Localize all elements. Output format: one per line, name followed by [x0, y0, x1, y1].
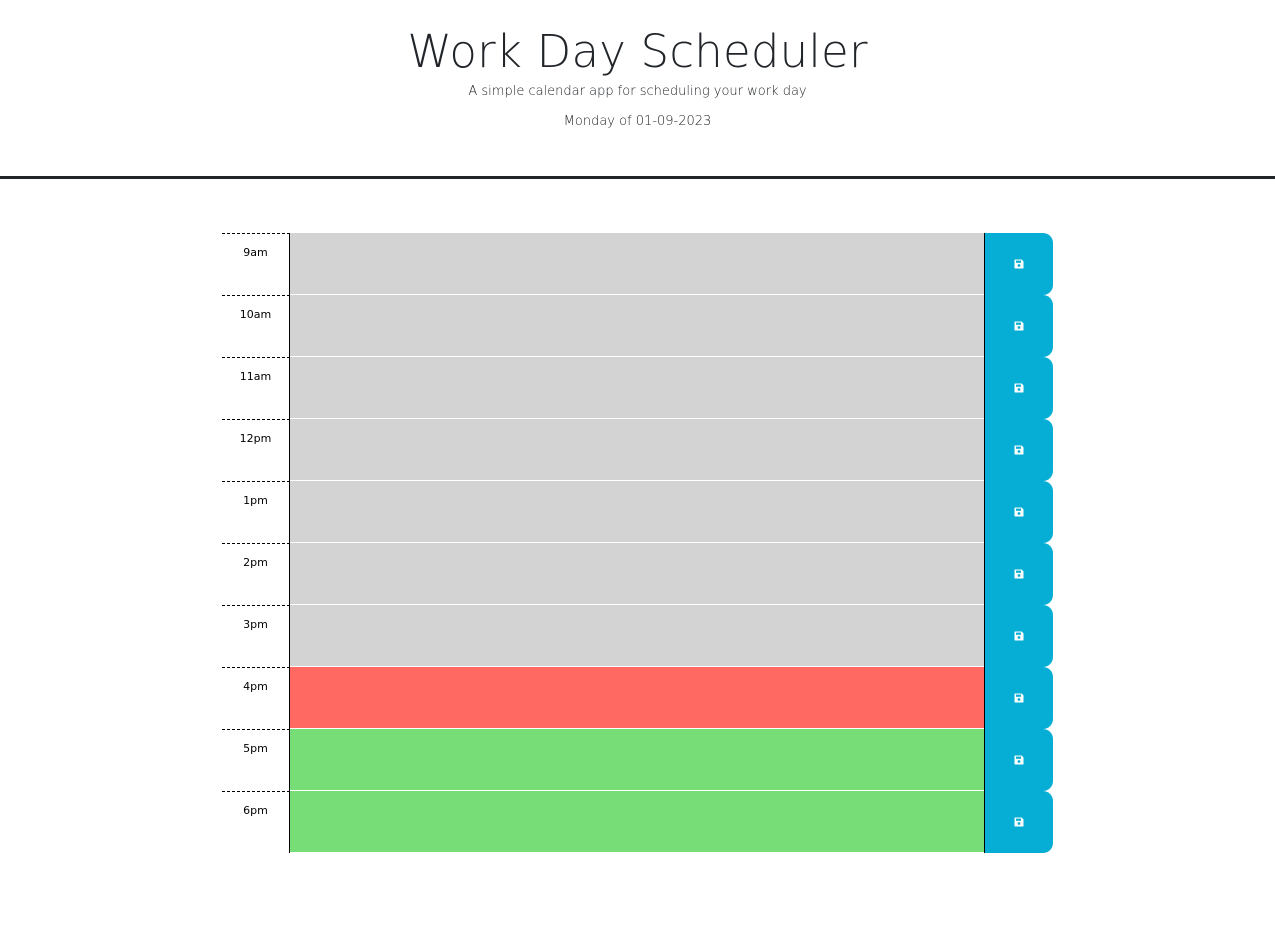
- event-description-input[interactable]: [290, 791, 984, 853]
- time-block-12pm: 12pm: [222, 419, 1054, 481]
- time-block-9am: 9am: [222, 233, 1054, 295]
- hour-label: 12pm: [222, 419, 290, 481]
- time-block-3pm: 3pm: [222, 605, 1054, 667]
- hour-label: 2pm: [222, 543, 290, 605]
- event-description-input[interactable]: [290, 729, 984, 791]
- time-block-4pm: 4pm: [222, 667, 1054, 729]
- page-header: Work Day Scheduler A simple calendar app…: [0, 0, 1275, 179]
- time-block-10am: 10am: [222, 295, 1054, 357]
- hour-label: 10am: [222, 295, 290, 357]
- event-description-input[interactable]: [290, 419, 984, 481]
- floppy-disk-icon: [1014, 693, 1024, 703]
- save-button[interactable]: [984, 543, 1053, 605]
- save-button[interactable]: [984, 419, 1053, 481]
- event-description-input[interactable]: [290, 357, 984, 419]
- page-subtitle: A simple calendar app for scheduling you…: [468, 84, 807, 99]
- event-description-input[interactable]: [290, 295, 984, 357]
- hour-label: 5pm: [222, 729, 290, 791]
- event-description-input[interactable]: [290, 543, 984, 605]
- current-day: Monday of 01-09-2023: [563, 114, 712, 129]
- save-button[interactable]: [984, 295, 1053, 357]
- floppy-disk-icon: [1014, 383, 1024, 393]
- floppy-disk-icon: [1014, 755, 1024, 765]
- time-block-5pm: 5pm: [222, 729, 1054, 791]
- save-button[interactable]: [984, 605, 1053, 667]
- floppy-disk-icon: [1014, 569, 1024, 579]
- floppy-disk-icon: [1014, 259, 1024, 269]
- time-block-6pm: 6pm: [222, 791, 1054, 853]
- save-button[interactable]: [984, 729, 1053, 791]
- event-description-input[interactable]: [290, 481, 984, 543]
- hour-label: 11am: [222, 357, 290, 419]
- time-block-11am: 11am: [222, 357, 1054, 419]
- floppy-disk-icon: [1014, 507, 1024, 517]
- event-description-input[interactable]: [290, 233, 984, 295]
- hour-label: 1pm: [222, 481, 290, 543]
- floppy-disk-icon: [1014, 631, 1024, 641]
- time-block-1pm: 1pm: [222, 481, 1054, 543]
- schedule-container: 9am 10am 11am 12pm 1pm 2pm 3pm 4pm 5pm 6pm: [222, 233, 1054, 853]
- event-description-input[interactable]: [290, 667, 984, 729]
- hour-label: 3pm: [222, 605, 290, 667]
- save-button[interactable]: [984, 357, 1053, 419]
- floppy-disk-icon: [1014, 321, 1024, 331]
- floppy-disk-icon: [1014, 817, 1024, 827]
- save-button[interactable]: [984, 481, 1053, 543]
- hour-label: 6pm: [222, 791, 290, 853]
- page-title: Work Day Scheduler: [407, 25, 868, 78]
- hour-label: 4pm: [222, 667, 290, 729]
- event-description-input[interactable]: [290, 605, 984, 667]
- time-block-2pm: 2pm: [222, 543, 1054, 605]
- save-button[interactable]: [984, 791, 1053, 853]
- save-button[interactable]: [984, 233, 1053, 295]
- floppy-disk-icon: [1014, 445, 1024, 455]
- hour-label: 9am: [222, 233, 290, 295]
- save-button[interactable]: [984, 667, 1053, 729]
